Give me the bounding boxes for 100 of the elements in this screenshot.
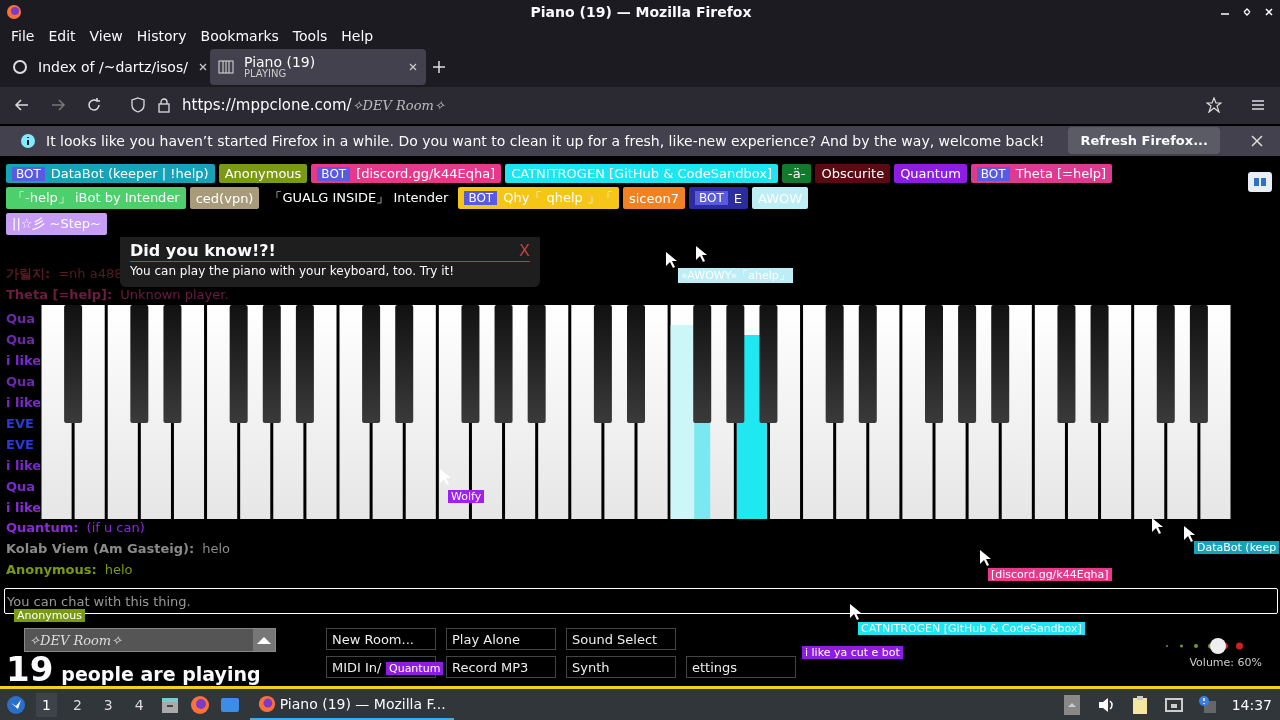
close-icon[interactable] <box>408 62 418 73</box>
player-count-label: people are playing <box>61 663 261 685</box>
cursor-name-tag: CATNITROGEN [GitHub & CodeSandbox] <box>858 622 1085 635</box>
room-select[interactable]: ✧DEV Room✧ <box>24 628 276 652</box>
cursor-icon <box>696 246 708 262</box>
menu-item[interactable]: File <box>4 25 42 48</box>
user-name: CATNITROGEN [GitHub & CodeSandbox] <box>511 166 773 181</box>
cursor-icon <box>440 469 452 485</box>
shield-icon <box>130 97 146 114</box>
user-name: Theta [=help] <box>1015 166 1107 181</box>
piano-icon <box>218 59 234 76</box>
star-icon[interactable] <box>1206 97 1222 114</box>
user-name: siceon7 <box>629 190 679 206</box>
user-tag[interactable]: BOT E <box>689 187 748 209</box>
user-tag[interactable]: BOT Qhy「 qhelp 」「 <box>458 187 619 209</box>
user-name: E <box>733 190 742 206</box>
cursor-name-tag: »AWOWY»「ahelp」 <box>678 268 793 283</box>
user-tag[interactable]: BOT DataBot (keeper | !help) <box>6 164 215 183</box>
caret-icon <box>253 629 275 651</box>
lock-icon <box>156 97 172 114</box>
layout-icon[interactable] <box>1248 172 1272 192</box>
page-icon <box>12 59 28 76</box>
cursor-name-tag: Quantum <box>386 662 444 675</box>
firefox-icon[interactable] <box>189 694 210 715</box>
room-button[interactable]: New Room... <box>326 628 436 650</box>
workspace-button[interactable]: 1 <box>36 692 57 717</box>
bot-badge: BOT <box>12 166 45 181</box>
refresh-button[interactable]: Refresh Firefox... <box>1068 127 1220 155</box>
room-button[interactable]: ettings <box>686 656 796 678</box>
user-name: Anonymous <box>224 166 302 181</box>
info-icon <box>20 132 36 149</box>
workspace-button[interactable]: 3 <box>97 692 119 717</box>
cursor-icon <box>1152 518 1164 534</box>
chat-author: Quantum: <box>6 520 79 535</box>
plus-icon[interactable] <box>432 60 446 75</box>
tip-title: Did you know!?! <box>130 241 276 260</box>
volume-label: Volume: 60% <box>1189 656 1262 669</box>
menu-item[interactable]: Bookmarks <box>193 25 286 48</box>
chat-message: EVE <box>6 416 35 433</box>
menu-item[interactable]: Tools <box>285 25 335 48</box>
notification-text: It looks like you haven’t started Firefox in a while. Do you want to clean it up for a fresh, like-new experience? And by the way, welcome back! <box>46 132 1045 149</box>
room-button[interactable]: Play Alone <box>446 628 556 650</box>
firefox-icon <box>257 694 276 713</box>
firefox-icon <box>6 4 22 21</box>
update-icon[interactable] <box>1197 694 1218 715</box>
menu-item[interactable]: Edit <box>41 25 83 48</box>
cursor-name-tag: [discord.gg/k44Eqha] <box>988 568 1112 581</box>
close-icon[interactable] <box>1250 133 1264 148</box>
chat-message: i like <box>6 500 40 517</box>
cursor-name-tag: Anonymous <box>14 609 85 622</box>
user-tag[interactable]: BOT [discord.gg/k44Eqha] <box>311 164 502 183</box>
menu-item[interactable]: View <box>82 25 130 48</box>
cursor-name-tag: i like ya cut e bot <box>802 646 903 659</box>
piano-keyboard-drawing[interactable] <box>40 305 1232 519</box>
window-title: Piano (19) — Mozilla Firefox <box>529 4 752 21</box>
chat-message: helo <box>104 562 133 577</box>
bot-badge: BOT <box>695 191 728 205</box>
room-button[interactable]: Synth <box>566 656 676 678</box>
chat-message: Qua <box>6 311 37 328</box>
tab-title: Index of /~dartz/isos/ <box>38 59 188 75</box>
start-menu-icon[interactable] <box>6 694 26 715</box>
user-tag[interactable]: Quantum <box>894 164 967 183</box>
cursor-icon <box>850 604 862 620</box>
workspace-button[interactable]: 4 <box>128 692 150 717</box>
workspace-button[interactable]: 2 <box>66 692 88 717</box>
user-name: 「-help」 iBot by Intender <box>12 189 180 207</box>
user-name: ced(vpn) <box>195 190 254 206</box>
menu-item[interactable]: History <box>129 25 194 48</box>
maximize-icon[interactable] <box>1242 7 1252 18</box>
user-name: Quantum <box>900 166 961 181</box>
taskbar-window-button[interactable]: Piano (19) — Mozilla F... <box>249 689 454 720</box>
close-icon[interactable] <box>1264 7 1274 18</box>
chat-author: Anonymous: <box>6 562 97 577</box>
chat-message: helo <box>202 541 230 556</box>
bot-badge: BOT <box>464 191 498 205</box>
player-count: 19 <box>6 652 54 686</box>
room-button[interactable]: Record MP3 <box>446 656 556 678</box>
browser-tab[interactable]: Piano (19) PLAYING <box>210 49 426 86</box>
chat-message: Qua <box>6 479 37 496</box>
user-tag[interactable]: Obscurite <box>815 164 891 183</box>
close-icon[interactable] <box>197 62 208 73</box>
reload-icon[interactable] <box>86 97 102 114</box>
browser-tab[interactable]: Index of /~dartz/isos/ <box>4 49 204 86</box>
tip-text: You can play the piano with your keyboard, too. Try it! <box>130 265 456 279</box>
chat-author: Kolab Viem (Am Gasteig): <box>6 541 195 556</box>
cursor-name-tag: Wolfy <box>448 490 485 503</box>
cursor-icon <box>666 252 678 268</box>
room-button[interactable]: Sound Select <box>566 628 676 650</box>
chat-message: Qua <box>6 374 37 391</box>
chat-message: i like <box>6 395 40 412</box>
bot-badge: BOT <box>317 166 351 181</box>
bot-badge: BOT <box>976 166 1010 181</box>
user-tag[interactable]: -ä- <box>782 164 812 183</box>
user-name: Obscurite <box>821 166 885 181</box>
user-name: AWOW <box>758 190 803 206</box>
menu-item[interactable]: Help <box>334 25 381 48</box>
cursor-name-tag: DataBot (keep <box>1194 541 1280 554</box>
url-text: https://mppclone.com/✧DEV Room✧ <box>182 96 445 115</box>
chat-message: EVE <box>6 437 35 454</box>
user-tag[interactable]: BOT Theta [=help] <box>970 164 1113 183</box>
